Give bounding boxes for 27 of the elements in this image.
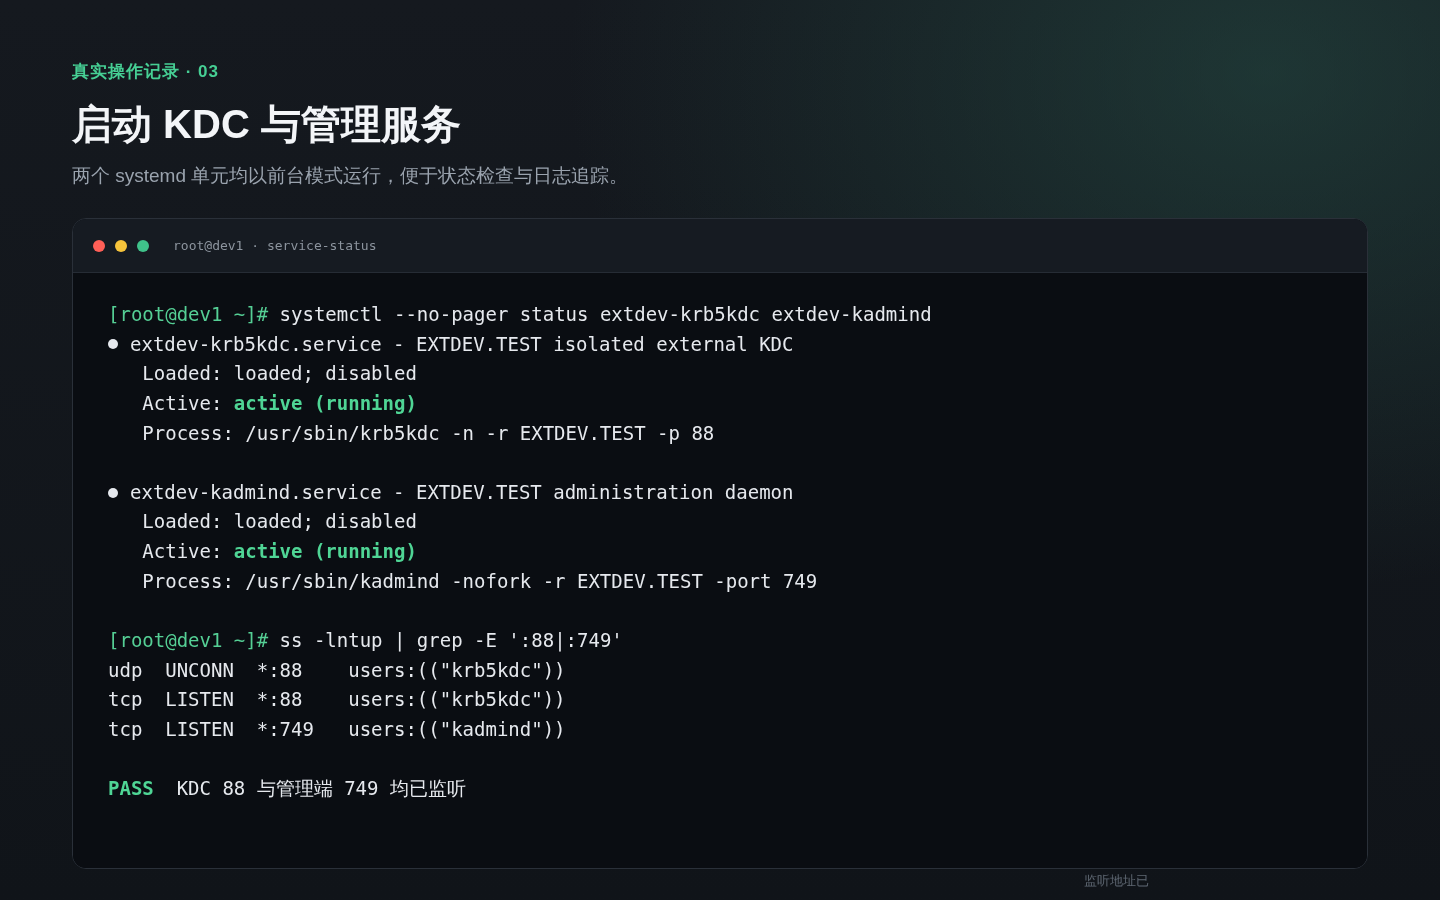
output-line: udp UNCONN *:88 users:(("krb5kdc")) [108,657,566,683]
minimize-dot-icon[interactable] [115,239,127,252]
bullet-icon [108,487,118,498]
output-line: tcp LISTEN *:749 users:(("kadmind")) [108,716,566,742]
output-line: Active: active (running) [142,390,417,416]
unit-line: extdev-kadmind.service - EXTDEV.TEST administration daemon [130,479,794,505]
output-line: Active: active (running) [142,539,417,565]
page-title: 启动 KDC 与管理服务 [72,101,461,148]
pass-label: PASS [108,776,154,802]
output-line: tcp LISTEN *:88 users:(("krb5kdc")) [108,687,566,713]
unit-line: extdev-krb5kdc.service - EXTDEV.TEST isolated external KDC [130,331,794,357]
output-line: Loaded: loaded; disabled [142,361,417,387]
command-text: systemctl --no-pager status extdev-krb5kdc extdev-kadmind [279,302,932,327]
footnote-text: 监听地址已 [1084,873,1149,889]
shell-prompt: [root@dev1 ~]# [108,302,269,327]
output-line: Process: /usr/sbin/kadmind -nofork -r EXTDEV.TEST -port 749 [142,568,818,594]
result-text: KDC 88 与管理端 749 均已监听 [176,776,466,802]
output-line: Loaded: loaded; disabled [142,509,417,535]
command-text: ss -lntup | grep -E ':88|:749' [279,628,623,654]
shell-prompt: [root@dev1 ~]# [108,628,269,654]
maximize-dot-icon[interactable] [137,239,149,252]
output-line: Process: /usr/sbin/krb5kdc -n -r EXTDEV.TEST -p 88 [142,420,715,446]
terminal-title: root@dev1 · service-status [173,238,377,253]
close-dot-icon[interactable] [93,239,105,252]
section-label: 真实操作记录 · 03 [72,62,220,82]
bullet-icon [108,339,118,350]
page-subtitle: 两个 systemd 单元均以前台模式运行，便于状态检查与日志追踪。 [72,164,629,188]
